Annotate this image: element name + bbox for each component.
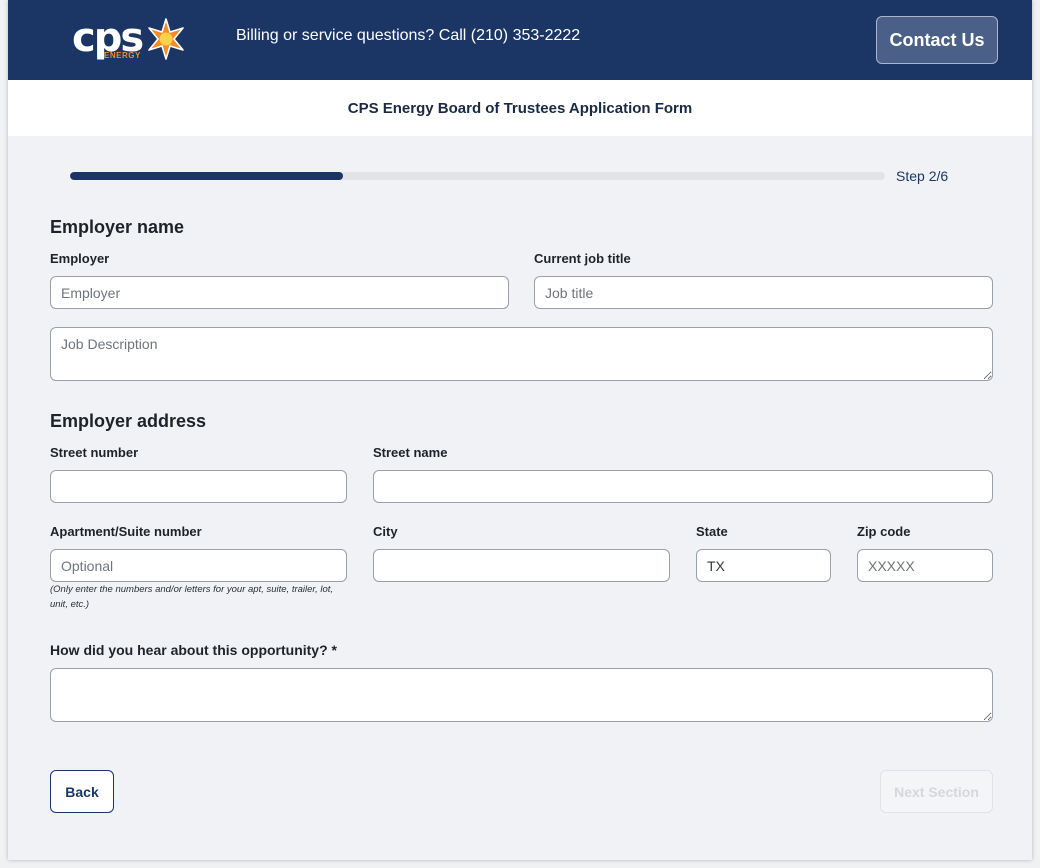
back-button[interactable]: Back (50, 770, 114, 813)
street-name-input[interactable] (373, 470, 993, 503)
job-title-label: Current job title (534, 251, 631, 266)
page-frame: cps ENERGY Billing or service questions?… (8, 0, 1032, 860)
top-bar: cps ENERGY Billing or service questions?… (8, 0, 1032, 80)
progress-bar-fill (70, 172, 344, 180)
state-input[interactable] (696, 549, 831, 582)
contact-us-button[interactable]: Contact Us (876, 16, 998, 64)
next-section-button[interactable]: Next Section (880, 770, 993, 813)
zip-code-label: Zip code (857, 524, 911, 539)
referral-textarea[interactable] (50, 668, 993, 722)
referral-question-label: How did you hear about this opportunity?… (50, 642, 337, 658)
zip-code-input[interactable] (857, 549, 993, 582)
billing-phone-text: Billing or service questions? Call (210)… (236, 27, 581, 44)
employer-address-heading: Employer address (50, 411, 207, 431)
state-label: State (696, 524, 728, 539)
form-title-bar: CPS Energy Board of Trustees Application… (8, 80, 1032, 136)
street-number-input[interactable] (50, 470, 347, 503)
apartment-label: Apartment/Suite number (50, 524, 202, 539)
job-description-textarea[interactable] (50, 327, 993, 381)
apartment-input[interactable] (50, 549, 347, 582)
street-number-label: Street number (50, 445, 139, 460)
form-title: CPS Energy Board of Trustees Application… (347, 99, 693, 117)
employer-label: Employer (50, 251, 110, 266)
street-name-label: Street name (373, 445, 448, 460)
cps-energy-logo[interactable]: cps ENERGY (72, 16, 202, 64)
logo-subtext: ENERGY (104, 51, 141, 60)
step-indicator: Step 2/6 (896, 168, 949, 184)
job-title-input[interactable] (534, 276, 993, 309)
employer-name-heading: Employer name (50, 217, 185, 237)
sun-star-icon (148, 18, 184, 60)
employer-input[interactable] (50, 276, 509, 309)
progress-bar (70, 172, 885, 180)
city-input[interactable] (373, 549, 670, 582)
apartment-hint: (Only enter the numbers and/or letters f… (50, 584, 334, 610)
city-label: City (373, 524, 398, 539)
